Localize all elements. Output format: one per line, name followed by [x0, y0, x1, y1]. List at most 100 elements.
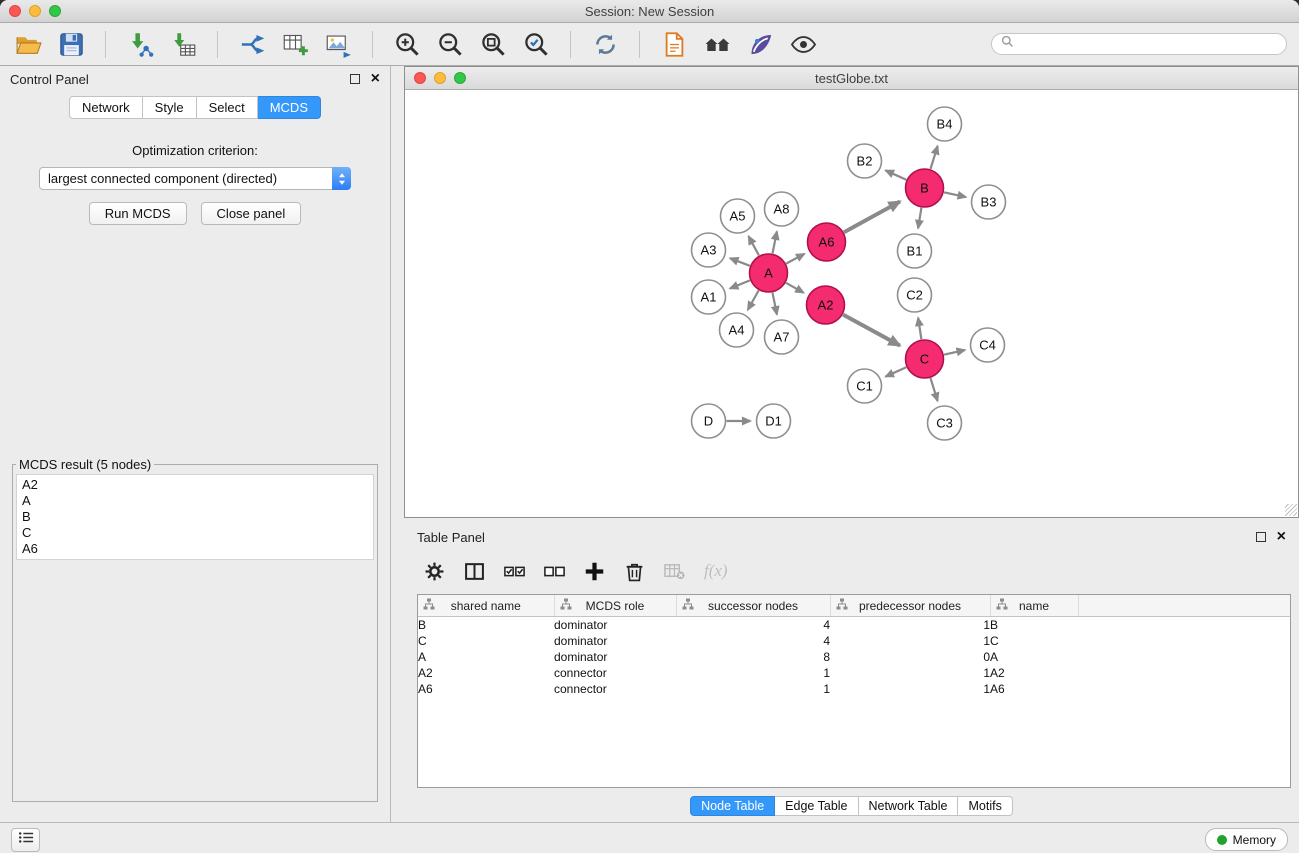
- graph-edge-A-A5[interactable]: [749, 236, 759, 255]
- zoom-fit-icon[interactable]: [477, 28, 509, 60]
- search-input[interactable]: [1019, 36, 1277, 52]
- close-panel-icon[interactable]: ×: [371, 71, 380, 87]
- export-image-icon[interactable]: [322, 28, 354, 60]
- criterion-select[interactable]: largest connected component (directed): [39, 167, 351, 190]
- graph-edge-C-C4[interactable]: [944, 350, 965, 355]
- deselect-all-rows-icon[interactable]: [544, 561, 565, 582]
- network-canvas[interactable]: B4B2BB3A5A8A6A3B1AC2A1A2A4A7C4CC1DD1C3: [405, 90, 1298, 517]
- graph-edge-A-A7[interactable]: [773, 293, 777, 315]
- mcds-result-list[interactable]: A2ABCA6: [16, 474, 374, 560]
- graph-edge-B-B4[interactable]: [931, 146, 938, 169]
- table-row[interactable]: Cdominator41C: [418, 633, 1290, 649]
- table-cell[interactable]: B: [990, 617, 1078, 634]
- zoom-selected-icon[interactable]: [520, 28, 552, 60]
- open-document-icon[interactable]: [658, 28, 690, 60]
- table-cell[interactable]: A6: [990, 681, 1078, 697]
- graph-edge-B-B2[interactable]: [886, 170, 907, 179]
- graph-edge-A-A1[interactable]: [730, 280, 750, 288]
- close-panel-button[interactable]: Close panel: [201, 202, 302, 225]
- style-brush-icon[interactable]: [744, 28, 776, 60]
- table-tab-motifs[interactable]: Motifs: [958, 796, 1012, 816]
- table-cell[interactable]: A6: [418, 681, 554, 697]
- close-table-panel-icon[interactable]: ×: [1277, 529, 1286, 545]
- table-cell[interactable]: 4: [676, 633, 830, 649]
- graph-edge-A-A4[interactable]: [748, 290, 759, 310]
- zoom-out-icon[interactable]: [434, 28, 466, 60]
- function-builder-icon[interactable]: f(x): [704, 561, 728, 581]
- table-cell[interactable]: 1: [676, 681, 830, 697]
- float-table-panel-icon[interactable]: [1256, 532, 1266, 542]
- table-cell[interactable]: A2: [990, 665, 1078, 681]
- table-cell[interactable]: A: [990, 649, 1078, 665]
- float-panel-icon[interactable]: [350, 74, 360, 84]
- table-cell[interactable]: A: [418, 649, 554, 665]
- graph-edge-C-C3[interactable]: [931, 378, 938, 401]
- table-cell[interactable]: B: [418, 617, 554, 634]
- table-cell[interactable]: 0: [830, 649, 990, 665]
- run-mcds-button[interactable]: Run MCDS: [89, 202, 187, 225]
- graph-edge-A-A8[interactable]: [773, 232, 777, 254]
- show-panels-button[interactable]: [11, 828, 40, 852]
- network-window-titlebar[interactable]: testGlobe.txt: [405, 67, 1298, 90]
- table-cell[interactable]: dominator: [554, 617, 676, 634]
- network-minimize-button[interactable]: [434, 72, 446, 84]
- tab-select[interactable]: Select: [197, 96, 258, 119]
- export-table-icon[interactable]: [279, 28, 311, 60]
- table-tab-network-table[interactable]: Network Table: [859, 796, 959, 816]
- graph-edge-C-C2[interactable]: [918, 318, 921, 340]
- table-cell[interactable]: 4: [676, 617, 830, 634]
- table-cell[interactable]: connector: [554, 681, 676, 697]
- mcds-result-item[interactable]: B: [22, 509, 368, 525]
- tab-style[interactable]: Style: [143, 96, 197, 119]
- column-header-name[interactable]: name: [990, 595, 1078, 617]
- table-row[interactable]: Adominator80A: [418, 649, 1290, 665]
- column-header-successor-nodes[interactable]: successor nodes: [676, 595, 830, 617]
- network-close-button[interactable]: [414, 72, 426, 84]
- table-row[interactable]: A2connector11A2: [418, 665, 1290, 681]
- memory-button[interactable]: Memory: [1205, 828, 1288, 851]
- tab-network[interactable]: Network: [69, 96, 143, 119]
- graph-edge-C-C1[interactable]: [886, 367, 907, 376]
- column-header-shared-name[interactable]: shared name: [418, 595, 554, 617]
- refresh-icon[interactable]: [589, 28, 621, 60]
- resize-handle-icon[interactable]: [1285, 504, 1297, 516]
- graph-edge-B-B3[interactable]: [944, 192, 966, 197]
- table-cell[interactable]: 1: [830, 681, 990, 697]
- eye-icon[interactable]: [787, 28, 819, 60]
- import-network-icon[interactable]: [124, 28, 156, 60]
- select-all-rows-icon[interactable]: [504, 561, 525, 582]
- home-icon[interactable]: [701, 28, 733, 60]
- export-network-icon[interactable]: [236, 28, 268, 60]
- table-cell[interactable]: C: [418, 633, 554, 649]
- graph-edge-A-A2[interactable]: [786, 283, 804, 293]
- table-cell[interactable]: A2: [418, 665, 554, 681]
- column-header-predecessor-nodes[interactable]: predecessor nodes: [830, 595, 990, 617]
- zoom-in-icon[interactable]: [391, 28, 423, 60]
- graph-edge-A-A3[interactable]: [730, 258, 750, 266]
- column-header-mcds-role[interactable]: MCDS role: [554, 595, 676, 617]
- table-cell[interactable]: 8: [676, 649, 830, 665]
- network-zoom-button[interactable]: [454, 72, 466, 84]
- delete-row-icon[interactable]: [624, 561, 645, 582]
- mcds-result-item[interactable]: A6: [22, 541, 368, 557]
- table-tab-edge-table[interactable]: Edge Table: [775, 796, 858, 816]
- tab-mcds[interactable]: MCDS: [258, 96, 321, 119]
- open-file-icon[interactable]: [12, 28, 44, 60]
- network-graph[interactable]: B4B2BB3A5A8A6A3B1AC2A1A2A4A7C4CC1DD1C3: [405, 90, 1298, 517]
- import-table-icon[interactable]: [167, 28, 199, 60]
- table-cell[interactable]: 1: [830, 665, 990, 681]
- table-cell[interactable]: 1: [676, 665, 830, 681]
- table-row[interactable]: A6connector11A6: [418, 681, 1290, 697]
- mcds-result-item[interactable]: A2: [22, 477, 368, 493]
- add-row-icon[interactable]: [584, 561, 605, 582]
- zoom-window-button[interactable]: [49, 5, 61, 17]
- table-cell[interactable]: 1: [830, 633, 990, 649]
- window-titlebar[interactable]: Session: New Session: [0, 0, 1299, 23]
- show-columns-icon[interactable]: [464, 561, 485, 582]
- graph-edge-A-A6[interactable]: [786, 254, 804, 264]
- save-session-icon[interactable]: [55, 28, 87, 60]
- settings-gear-icon[interactable]: [424, 561, 445, 582]
- table-row[interactable]: Bdominator41B: [418, 617, 1290, 634]
- table-cell[interactable]: dominator: [554, 633, 676, 649]
- delete-table-icon[interactable]: [664, 561, 685, 582]
